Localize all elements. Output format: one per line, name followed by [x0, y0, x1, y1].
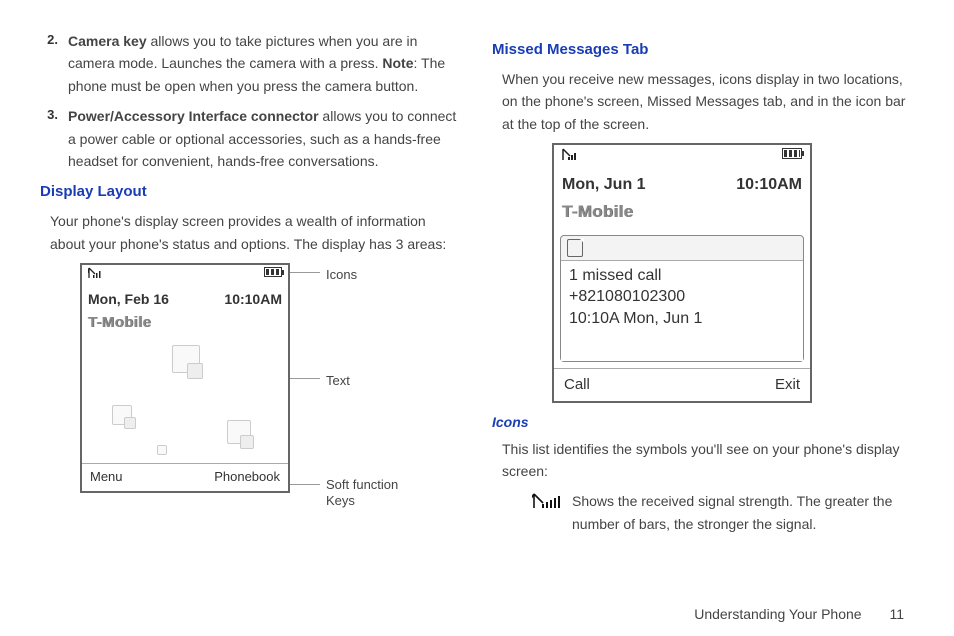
icons-body: This list identifies the symbols you'll … — [502, 438, 914, 483]
sim-icon — [567, 239, 583, 257]
icon-bar — [554, 145, 810, 172]
signal-icon — [88, 267, 104, 286]
list-number: 2. — [40, 30, 68, 97]
list-body: Power/Accessory Interface connector allo… — [68, 105, 462, 172]
softkey-left: Call — [564, 373, 590, 397]
missed-line-3: 10:10A Mon, Jun 1 — [569, 308, 795, 330]
label-softkeys2: Keys — [326, 491, 355, 512]
softkey-right: Phonebook — [214, 467, 280, 488]
chapter-title: Understanding Your Phone — [694, 606, 861, 622]
missed-line-1: 1 missed call — [569, 265, 795, 287]
softkey-right: Exit — [775, 373, 800, 397]
callout-labels: Icons Text Soft function Keys — [290, 263, 400, 493]
list-item-2: 2. Camera key allows you to take picture… — [40, 30, 462, 97]
battery-icon — [782, 148, 802, 159]
page-footer: Understanding Your Phone 11 — [694, 606, 904, 622]
carrier-text: T-Mobile — [554, 198, 810, 229]
note-label: Note — [382, 55, 413, 71]
battery-icon — [264, 267, 282, 277]
date-line: Mon, Jun 1 10:10AM — [554, 172, 810, 198]
icon-bar — [82, 265, 288, 288]
missed-popup: 1 missed call +821080102300 10:10A Mon, … — [560, 235, 804, 362]
wallpaper-area — [82, 335, 288, 464]
missed-line-2: +821080102300 — [569, 286, 795, 308]
page-number: 11 — [889, 606, 904, 622]
list-body: Camera key allows you to take pictures w… — [68, 30, 462, 97]
icons-subheading: Icons — [492, 411, 914, 433]
missed-messages-body: When you receive new messages, icons dis… — [502, 68, 914, 135]
left-column: 2. Camera key allows you to take picture… — [40, 30, 462, 535]
date-text: Mon, Jun 1 — [562, 172, 646, 198]
display-layout-heading: Display Layout — [40, 180, 462, 204]
time-text: 10:10AM — [224, 288, 282, 310]
phone-figure-display: Mon, Feb 16 10:10AM T-Mobile Menu Phoneb… — [80, 263, 462, 493]
signal-description: Shows the received signal strength. The … — [572, 490, 914, 535]
phone-screen: Mon, Feb 16 10:10AM T-Mobile Menu Phoneb… — [80, 263, 290, 493]
date-line: Mon, Feb 16 10:10AM — [82, 288, 288, 310]
softkey-bar: Menu Phonebook — [82, 463, 288, 491]
label-text: Text — [326, 371, 350, 392]
display-layout-body: Your phone's display screen provides a w… — [50, 210, 462, 255]
signal-strength-icon — [532, 490, 572, 535]
label-icons: Icons — [326, 265, 357, 286]
right-column: Missed Messages Tab When you receive new… — [492, 30, 914, 535]
date-text: Mon, Feb 16 — [88, 288, 169, 310]
missed-messages-heading: Missed Messages Tab — [492, 38, 914, 62]
missed-tab — [561, 236, 803, 260]
power-connector-label: Power/Accessory Interface connector — [68, 108, 319, 124]
softkey-bar: Call Exit — [554, 368, 810, 401]
phone-screen-missed: Mon, Jun 1 10:10AM T-Mobile 1 missed cal… — [552, 143, 812, 403]
icon-definition-signal: Shows the received signal strength. The … — [532, 490, 914, 535]
carrier-text: T-Mobile — [82, 311, 288, 335]
softkey-left: Menu — [90, 467, 123, 488]
time-text: 10:10AM — [736, 172, 802, 198]
camera-key-label: Camera key — [68, 33, 147, 49]
list-number: 3. — [40, 105, 68, 172]
missed-body: 1 missed call +821080102300 10:10A Mon, … — [561, 260, 803, 361]
list-item-3: 3. Power/Accessory Interface connector a… — [40, 105, 462, 172]
signal-icon — [562, 148, 580, 169]
